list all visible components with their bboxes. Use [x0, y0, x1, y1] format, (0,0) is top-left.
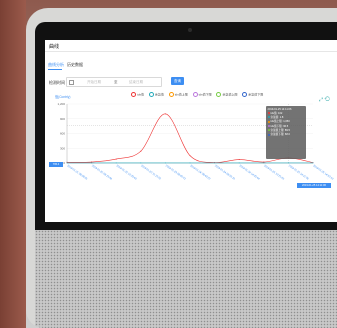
x-tick-label: 2019-01-21 08:08:05: [66, 164, 88, 181]
series-marker-icon: [267, 112, 270, 115]
y-tick-label: 1,200: [57, 102, 65, 106]
y-axis-pointer-label: 765.4: [49, 162, 63, 167]
data-point: [238, 162, 240, 164]
data-point: [189, 162, 191, 164]
data-point: [214, 162, 216, 164]
x-tick-label: 2019-01-25 10:21:05: [263, 164, 285, 181]
data-point: [115, 158, 117, 160]
series-marker-icon: [267, 133, 270, 136]
smart-display-device: 曲线 曲线分析 历史数据 检测时间 开始日期 至 结束日期 查询 tds值 余氯…: [26, 8, 337, 328]
data-point: [115, 162, 117, 164]
tooltip-row-label: tds值下限: [270, 124, 282, 128]
series-marker-icon: [267, 120, 270, 123]
y-tick-label: 900: [60, 117, 65, 121]
chart-tooltip: 2019-01-25 14:11:06 tds值: 102 余氯值: 1.8 tds…: [266, 106, 306, 159]
y-tick-label: 0: [63, 161, 65, 165]
screen-bezel: 曲线 曲线分析 历史数据 检测时间 开始日期 至 结束日期 查询 tds值 余氯…: [35, 22, 337, 230]
data-point: [164, 113, 166, 115]
tooltip-row-label: tds值上限: [270, 120, 282, 124]
data-point: [263, 161, 265, 163]
x-tick-label: 2019-01-25 14:52:10: [312, 164, 334, 181]
data-point: [312, 162, 314, 164]
data-point: [263, 162, 265, 164]
tooltip-row: 余氯值下限: 68.0: [267, 133, 305, 137]
x-axis-pointer-label: 2019-01-25 14:11:06: [297, 183, 331, 188]
x-tick-label: 2019-01-22 08:13:46: [91, 164, 113, 181]
tooltip-row-value: 1.8: [279, 116, 284, 120]
data-point: [140, 162, 142, 164]
data-point: [189, 155, 191, 157]
tooltip-row-value: 68.0: [284, 133, 290, 137]
data-point: [140, 150, 142, 152]
y-tick-label: 600: [60, 132, 65, 136]
tooltip-row-value: 89.5: [284, 128, 290, 132]
x-tick-label: 2019-01-24 14:32:44: [239, 164, 261, 181]
x-tick-label: 2019-01-24 08:43:22: [189, 164, 211, 181]
camera-icon: [188, 28, 192, 32]
x-tick-label: 2019-01-24 08:55:10: [214, 164, 236, 181]
data-point: [287, 162, 289, 164]
data-point: [164, 162, 166, 164]
background-wall: [0, 0, 26, 328]
tooltip-row-value: 1,050: [283, 120, 290, 124]
x-tick-label: 2019-01-22 10:23:40: [116, 164, 138, 181]
data-point: [91, 161, 93, 163]
series-marker-icon: [267, 116, 270, 119]
data-point: [66, 162, 68, 164]
x-tick-label: 2019-01-23 08:40:01: [165, 164, 187, 181]
tooltip-row-label: 余氯值下限: [270, 133, 284, 137]
series-marker-icon: [267, 125, 270, 127]
app-screen: 曲线 曲线分析 历史数据 检测时间 开始日期 至 结束日期 查询 tds值 余氯…: [45, 40, 337, 222]
data-point: [238, 159, 240, 161]
y-tick-label: 300: [60, 146, 65, 150]
data-point: [91, 162, 93, 164]
x-tick-label: 2019-01-22 11:15:02: [140, 164, 162, 181]
speaker-grille: [35, 230, 337, 328]
x-tick-label: 2019-01-25 14:11:06: [288, 164, 310, 181]
tooltip-row-value: 102: [278, 111, 283, 115]
tooltip-row-label: 余氯值上限: [270, 128, 284, 132]
series-marker-icon: [267, 129, 270, 132]
tooltip-row-value: 96.5: [283, 124, 289, 128]
y-axis-title: 值(Contrly): [55, 94, 70, 99]
